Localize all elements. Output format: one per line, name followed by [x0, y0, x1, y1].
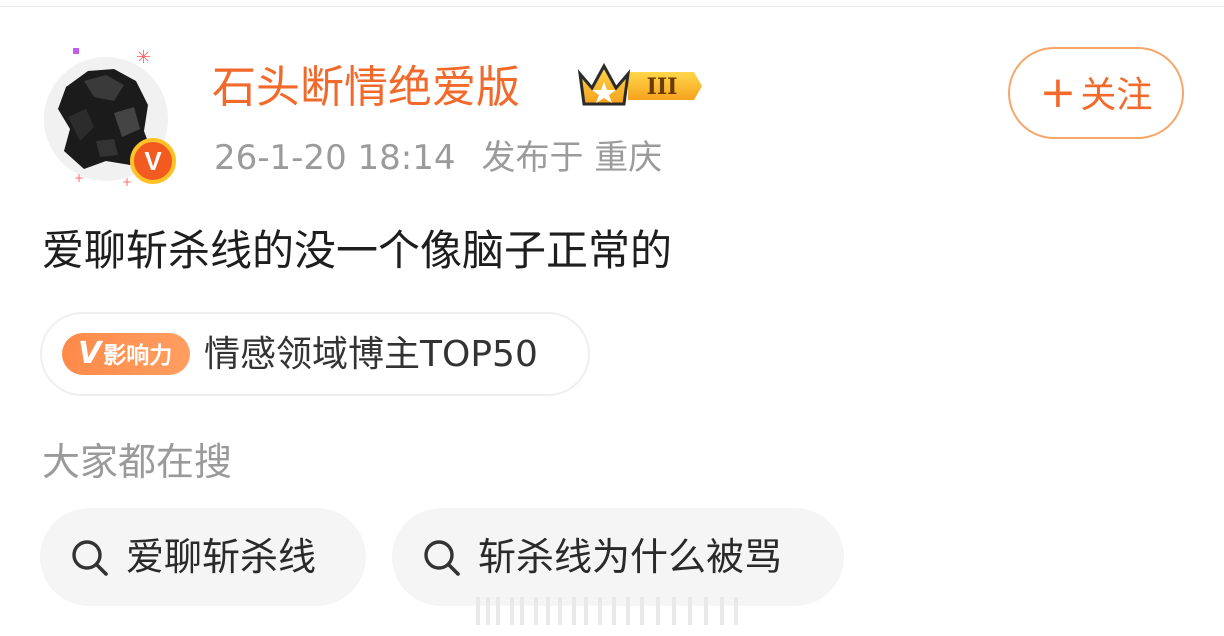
influence-v-icon: V	[78, 336, 102, 371]
sparkle-icon: +	[122, 175, 133, 189]
avatar-area[interactable]: ▪ ✳ + + V	[44, 44, 184, 189]
post-location: 发布于 重庆	[481, 138, 663, 178]
sparkle-icon: +	[74, 171, 85, 185]
influence-badge: V影响力	[62, 333, 190, 375]
influence-tag[interactable]: V影响力 情感领域博主TOP50	[40, 312, 590, 396]
influence-description: 情感领域博主TOP50	[204, 334, 538, 375]
search-chip-label: 爱聊斩杀线	[126, 535, 317, 579]
trending-search-title: 大家都在搜	[42, 440, 233, 484]
sparkle-icon: ▪	[72, 43, 81, 57]
follow-button[interactable]: + 关注	[1008, 47, 1184, 139]
crown-level-icon: III	[577, 62, 702, 106]
search-chip[interactable]: 斩杀线为什么被骂	[392, 508, 844, 606]
crown-level-text: III	[647, 74, 678, 100]
influence-badge-text: 影响力	[103, 343, 173, 369]
search-icon	[72, 540, 108, 576]
post-meta: 26-1-20 18:14 发布于 重庆	[214, 135, 662, 181]
plus-icon: +	[1039, 67, 1077, 118]
watermark-stripes	[476, 597, 746, 625]
search-chip-label: 斩杀线为什么被骂	[478, 535, 783, 579]
verified-badge-icon: V	[130, 138, 176, 184]
search-chip[interactable]: 爱聊斩杀线	[40, 508, 366, 606]
sparkle-icon: ✳	[136, 47, 152, 68]
follow-label: 关注	[1080, 75, 1153, 116]
top-divider	[0, 6, 1224, 7]
search-icon	[424, 540, 460, 576]
post-time: 26-1-20 18:14	[214, 138, 456, 178]
post-text: 爱聊斩杀线的没一个像脑子正常的	[42, 226, 673, 275]
author-name[interactable]: 石头断情绝爱版	[212, 58, 520, 118]
